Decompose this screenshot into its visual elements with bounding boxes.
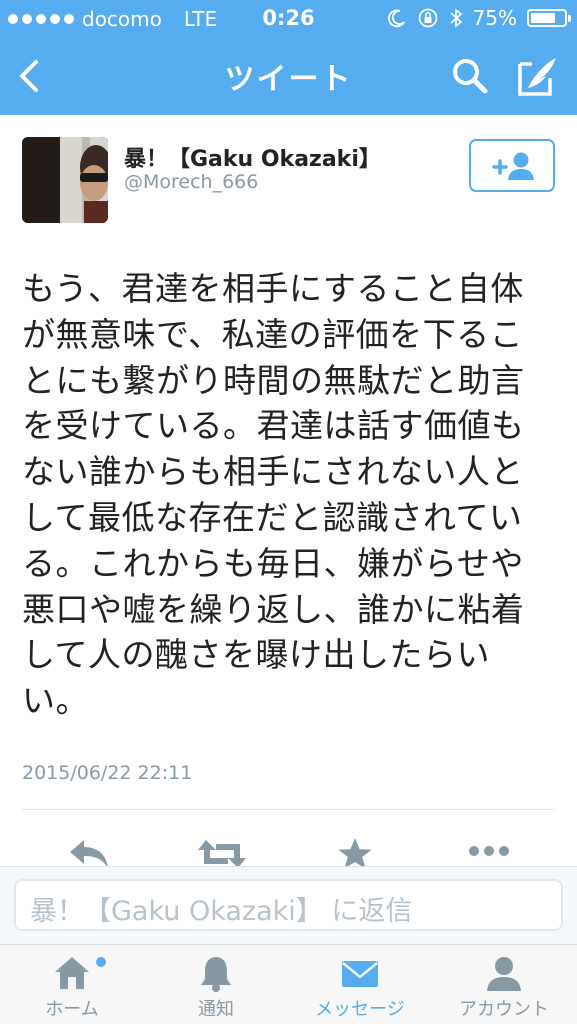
notification-dot <box>96 957 106 967</box>
battery-icon <box>527 9 571 27</box>
navigation-bar: ツイート <box>0 38 577 115</box>
bluetooth-icon <box>450 8 462 28</box>
tab-home[interactable]: ホーム <box>0 945 144 1024</box>
follow-button[interactable] <box>469 139 555 192</box>
status-bar: docomo LTE 0:26 75% <box>0 0 577 38</box>
avatar-photo <box>22 137 108 223</box>
tweet-header: 暴！【Gaku Okazaki】 @Morech_666 <box>22 137 557 227</box>
tab-label: メッセージ <box>315 999 405 1020</box>
tab-label: アカウント <box>459 999 549 1020</box>
reply-bar: 暴！【Gaku Okazaki】 に返信 <box>0 866 577 944</box>
display-name[interactable]: 暴！【Gaku Okazaki】 <box>124 141 381 173</box>
compose-icon[interactable] <box>516 54 560 98</box>
battery-level <box>531 13 555 23</box>
divider <box>22 809 555 810</box>
user-handle[interactable]: @Morech_666 <box>124 171 258 193</box>
tweet-actions <box>0 830 577 866</box>
tweet-timestamp: 2015/06/22 22:11 <box>22 762 193 784</box>
tab-label: ホーム <box>45 999 99 1020</box>
search-icon[interactable] <box>450 56 490 96</box>
rotation-lock-icon <box>418 8 437 28</box>
add-user-icon <box>492 152 534 180</box>
tweet-text: もう、君達を相手にすること自体が無意味で、私達の評価を下ることにも繋がり時間の無… <box>22 269 525 721</box>
tab-account[interactable]: アカウント <box>432 945 576 1024</box>
reply-input[interactable]: 暴！【Gaku Okazaki】 に返信 <box>14 879 563 931</box>
favorite-star-icon[interactable] <box>336 836 374 866</box>
home-icon <box>55 957 89 989</box>
status-right: 75% <box>387 6 571 30</box>
tab-notifications[interactable]: 通知 <box>144 945 288 1024</box>
bell-icon <box>201 957 231 992</box>
battery-percent: 75% <box>472 6 517 30</box>
envelope-icon <box>342 961 378 987</box>
tab-bar: ホーム 通知 メッセージ アカウント <box>0 944 577 1024</box>
reply-icon[interactable] <box>66 836 112 866</box>
tab-label: 通知 <box>198 999 234 1020</box>
tab-messages[interactable]: メッセージ <box>288 945 432 1024</box>
more-dots-icon[interactable] <box>466 836 512 866</box>
avatar[interactable] <box>22 137 108 223</box>
person-icon <box>487 957 521 991</box>
retweet-icon[interactable] <box>196 836 248 866</box>
page-title: ツイート <box>224 62 353 97</box>
top-bar: docomo LTE 0:26 75% ツイート <box>0 0 577 115</box>
moon-icon <box>387 9 405 28</box>
